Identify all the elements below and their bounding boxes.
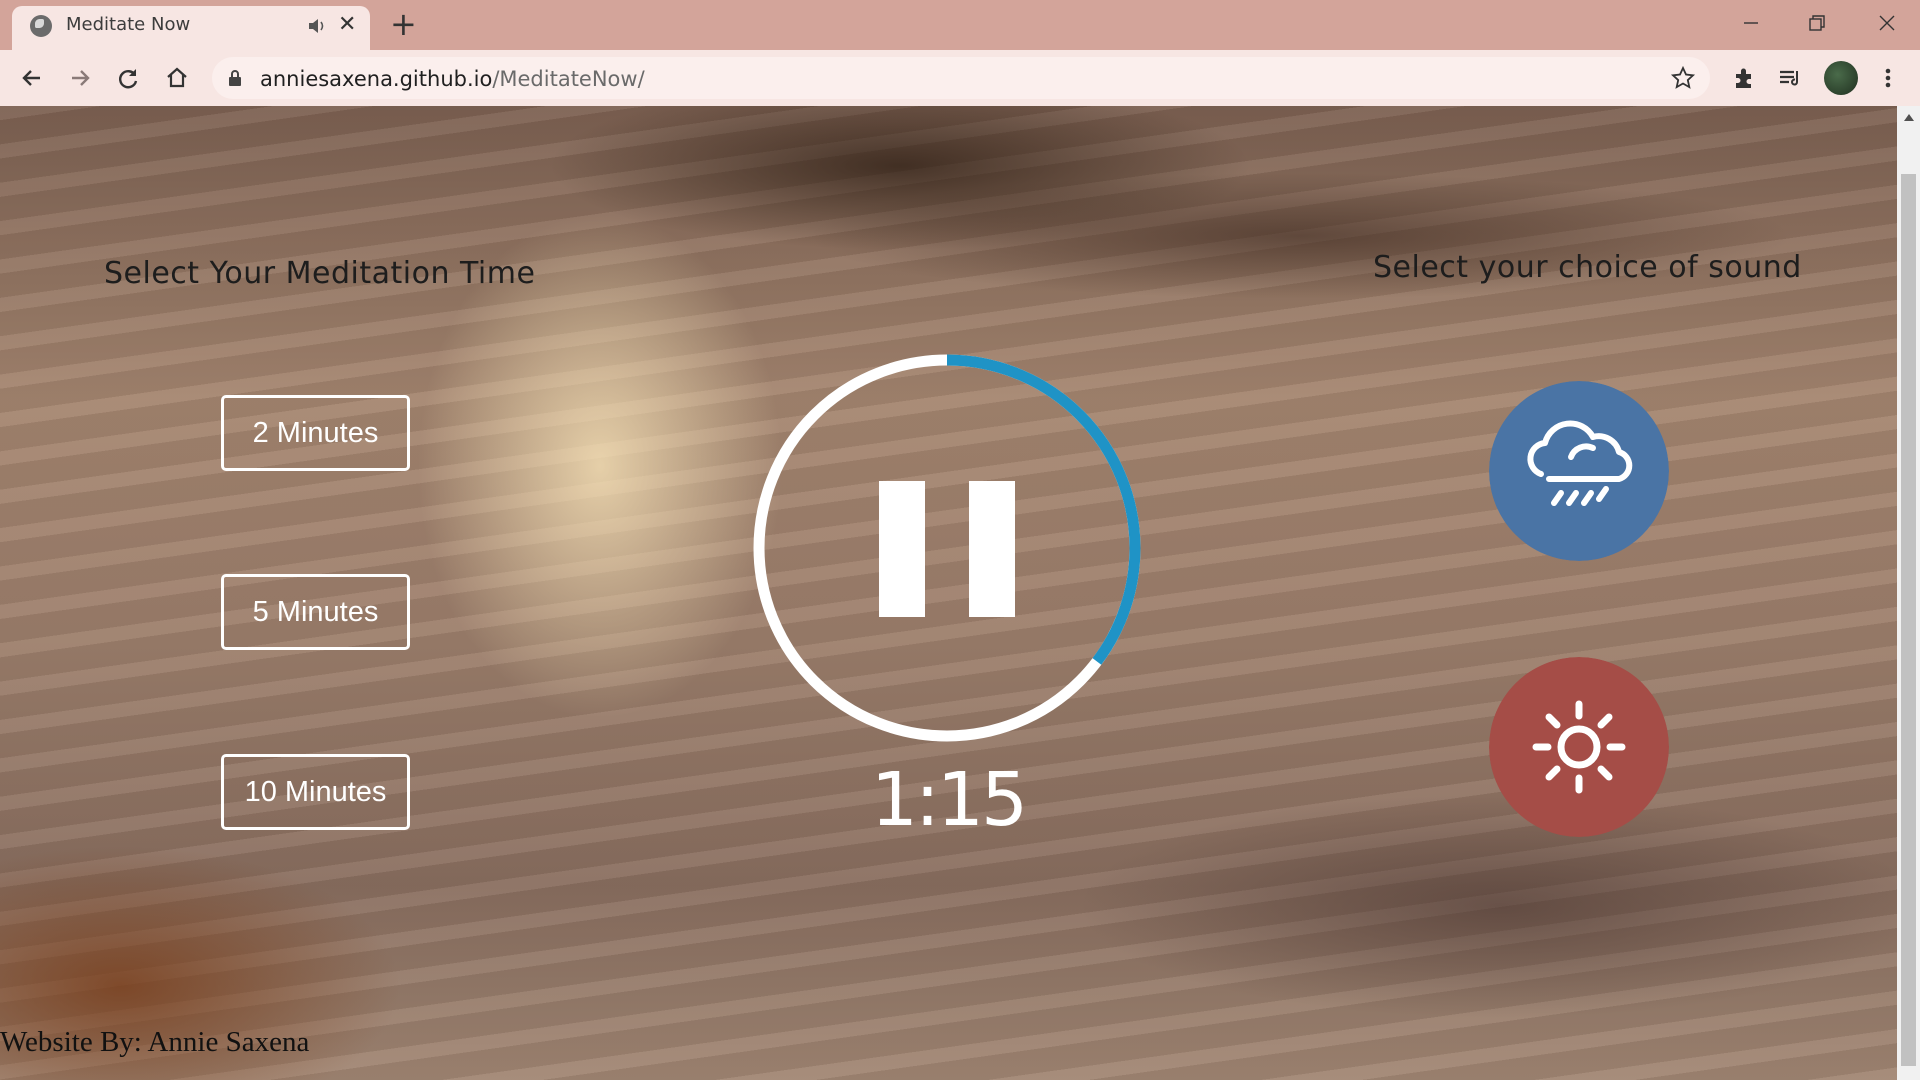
home-icon[interactable] (163, 64, 191, 92)
footer-credit: Website By: Annie Saxena (0, 1026, 310, 1058)
media-control-icon[interactable] (1776, 64, 1804, 92)
time-heading: Select Your Meditation Time (104, 256, 536, 291)
scrollbar-thumb[interactable] (1901, 174, 1916, 1066)
rain-sound-button[interactable] (1489, 381, 1669, 561)
new-tab-button[interactable]: + (390, 8, 417, 40)
page-scrollbar[interactable] (1897, 106, 1920, 1080)
reload-icon[interactable] (114, 64, 142, 92)
restore-icon[interactable] (1802, 8, 1832, 38)
globe-icon (30, 15, 52, 37)
browser-tab[interactable]: Meditate Now ✕ (12, 6, 370, 50)
scroll-up-arrow-icon[interactable] (1904, 114, 1914, 121)
back-icon[interactable] (18, 64, 46, 92)
lock-icon[interactable] (228, 69, 242, 87)
ten-minutes-button[interactable]: 10 Minutes (221, 754, 410, 830)
close-tab-icon[interactable]: ✕ (338, 13, 356, 37)
two-minutes-button[interactable]: 2 Minutes (221, 395, 410, 471)
meditation-player[interactable] (746, 347, 1148, 749)
url-text: anniesaxena.github.io/MeditateNow/ (260, 67, 645, 91)
address-bar[interactable]: anniesaxena.github.io/MeditateNow/ (212, 57, 1710, 99)
minimize-icon[interactable] (1736, 8, 1766, 38)
profile-avatar[interactable] (1824, 61, 1858, 95)
menu-kebab-icon[interactable] (1874, 64, 1902, 92)
speaker-icon[interactable] (306, 15, 328, 37)
bookmark-star-icon[interactable] (1670, 65, 1696, 91)
sun-sound-button[interactable] (1489, 657, 1669, 837)
browser-tabstrip: Meditate Now ✕ + (0, 0, 1920, 50)
extensions-puzzle-icon[interactable] (1730, 64, 1758, 92)
tab-title: Meditate Now (66, 14, 191, 35)
sound-heading: Select your choice of sound (1373, 250, 1802, 285)
browser-toolbar: anniesaxena.github.io/MeditateNow/ (0, 50, 1920, 106)
pause-icon[interactable] (879, 481, 1015, 617)
countdown-timer: 1:15 (870, 757, 1028, 843)
page-viewport: Select Your Meditation Time Select your … (0, 106, 1897, 1080)
forward-icon[interactable] (66, 64, 94, 92)
close-window-icon[interactable] (1872, 8, 1902, 38)
five-minutes-button[interactable]: 5 Minutes (221, 574, 410, 650)
